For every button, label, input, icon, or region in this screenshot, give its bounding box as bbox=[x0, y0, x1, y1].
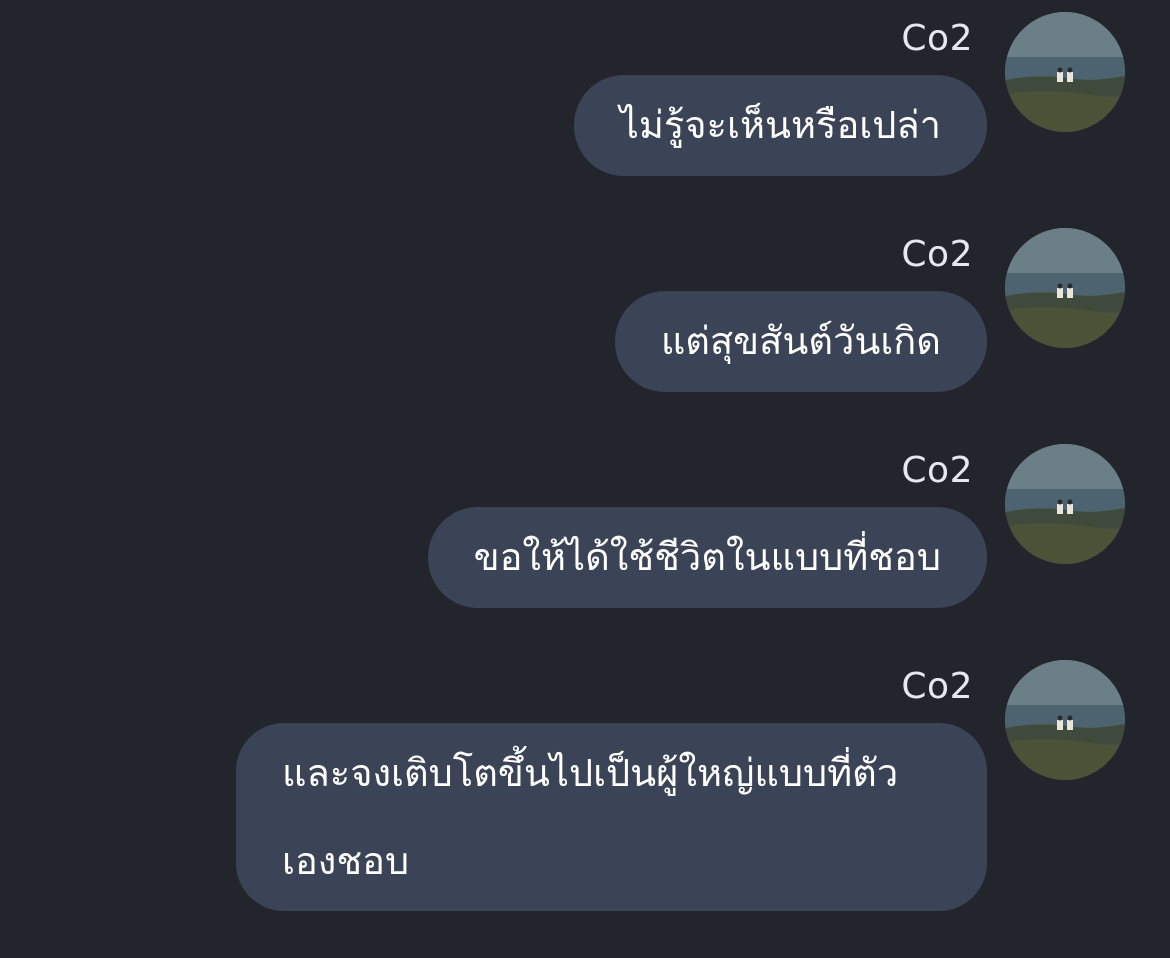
sender-name: Co2 bbox=[901, 666, 973, 707]
sender-name: Co2 bbox=[901, 18, 973, 59]
avatar[interactable] bbox=[1005, 228, 1125, 348]
sender-name: Co2 bbox=[901, 234, 973, 275]
avatar[interactable] bbox=[1005, 12, 1125, 132]
message-bubble[interactable]: แต่สุขสันต์วันเกิด bbox=[614, 291, 987, 392]
avatar-seaside-photo-icon bbox=[1005, 12, 1125, 132]
chat-thread: Co2 ไม่รู้จะเห็นหรือเปล่า Co2 แต่สุขสันต… bbox=[0, 0, 1170, 958]
message-bubble[interactable]: ขอให้ได้ใช้ชีวิตในแบบที่ชอบ bbox=[427, 507, 987, 608]
avatar-seaside-photo-icon bbox=[1005, 228, 1125, 348]
avatar-seaside-photo-icon bbox=[1005, 444, 1125, 564]
message-bubble[interactable]: ไม่รู้จะเห็นหรือเปล่า bbox=[573, 75, 987, 176]
message-bubble[interactable]: และจงเติบโตขึ้นไปเป็นผู้ใหญ่แบบที่ตัวเอง… bbox=[236, 723, 987, 911]
avatar[interactable] bbox=[1005, 660, 1125, 780]
avatar[interactable] bbox=[1005, 444, 1125, 564]
sender-name: Co2 bbox=[901, 450, 973, 491]
avatar-seaside-photo-icon bbox=[1005, 660, 1125, 780]
